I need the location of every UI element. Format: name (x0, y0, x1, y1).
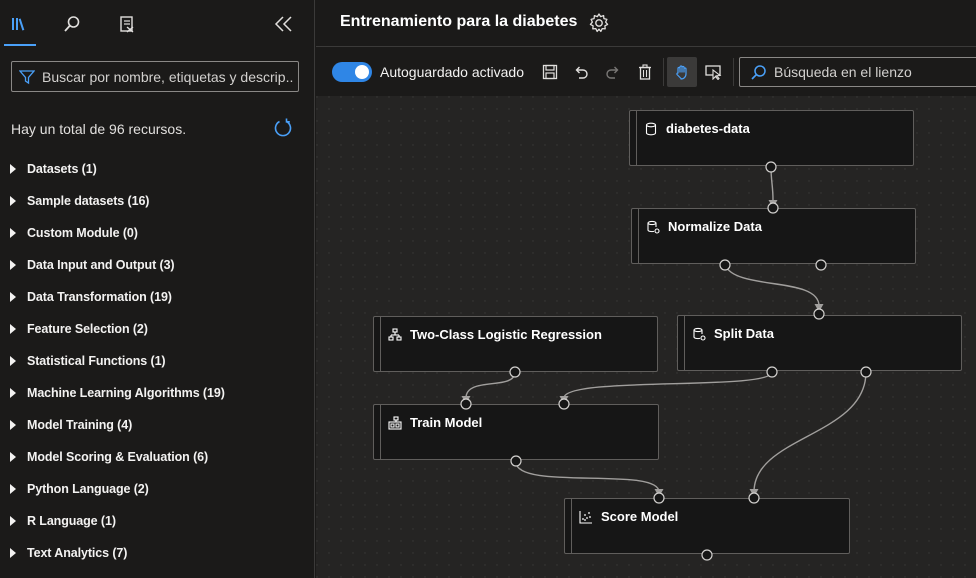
category-label: Data Input and Output (3) (27, 258, 175, 272)
input-port[interactable] (460, 398, 472, 410)
caret-right-icon (10, 196, 16, 206)
category-label: Data Transformation (19) (27, 290, 172, 304)
caret-right-icon (10, 452, 16, 462)
category-statistical-functions[interactable]: Statistical Functions (1) (0, 345, 315, 377)
node-ports (460, 161, 872, 561)
asset-library-panel: Buscar por nombre, etiquetas y descrip..… (0, 0, 315, 578)
category-label: Feature Selection (2) (27, 322, 148, 336)
input-port[interactable] (653, 492, 665, 504)
category-data-input-output[interactable]: Data Input and Output (3) (0, 249, 315, 281)
caret-right-icon (10, 292, 16, 302)
search-placeholder: Buscar por nombre, etiquetas y descrip..… (42, 68, 294, 85)
caret-right-icon (10, 484, 16, 494)
gear-icon[interactable] (588, 12, 610, 34)
save-button[interactable] (536, 58, 564, 86)
select-tool-button[interactable] (700, 58, 728, 86)
autosave-toggle[interactable] (332, 62, 372, 82)
module-category-tree: Datasets (1) Sample datasets (16) Custom… (0, 153, 315, 569)
search-icon (751, 65, 766, 80)
category-text-analytics[interactable]: Text Analytics (7) (0, 537, 315, 569)
filter-icon (19, 69, 35, 84)
category-r-language[interactable]: R Language (1) (0, 505, 315, 537)
category-python-language[interactable]: Python Language (2) (0, 473, 315, 505)
asset-search-input[interactable]: Buscar por nombre, etiquetas y descrip..… (11, 61, 299, 92)
input-port[interactable] (767, 202, 779, 214)
refresh-icon[interactable] (273, 118, 293, 138)
caret-right-icon (10, 324, 16, 334)
category-sample-datasets[interactable]: Sample datasets (16) (0, 185, 315, 217)
tab-asset-library[interactable] (0, 0, 40, 47)
output-port[interactable] (701, 549, 713, 561)
delete-button[interactable] (631, 58, 659, 86)
category-label: R Language (1) (27, 514, 116, 528)
trash-icon (639, 64, 651, 80)
caret-right-icon (10, 420, 16, 430)
category-label: Model Scoring & Evaluation (6) (27, 450, 209, 464)
total-resources-text: Hay un total de 96 recursos. (11, 121, 187, 137)
output-port[interactable] (815, 259, 827, 271)
category-data-transformation[interactable]: Data Transformation (19) (0, 281, 315, 313)
category-feature-selection[interactable]: Feature Selection (2) (0, 313, 315, 345)
caret-right-icon (10, 228, 16, 238)
panel-tab-bar (0, 0, 315, 47)
double-chevron-left-icon (274, 16, 292, 32)
library-icon (12, 17, 25, 31)
page-title: Entrenamiento para la diabetes (340, 13, 578, 30)
pipeline-header: Entrenamiento para la diabetes (316, 0, 976, 47)
input-port[interactable] (558, 398, 570, 410)
category-datasets[interactable]: Datasets (1) (0, 153, 315, 185)
output-port[interactable] (860, 366, 872, 378)
caret-right-icon (10, 356, 16, 366)
caret-right-icon (10, 260, 16, 270)
caret-right-icon (10, 164, 16, 174)
redo-button[interactable] (599, 58, 627, 86)
caret-right-icon (10, 388, 16, 398)
output-port[interactable] (509, 366, 521, 378)
canvas-search-placeholder: Búsqueda en el lienzo (774, 64, 912, 80)
toolbar-divider (663, 58, 664, 86)
category-label: Custom Module (0) (27, 226, 138, 240)
pan-tool-button[interactable] (667, 57, 697, 87)
category-label: Machine Learning Algorithms (19) (27, 386, 225, 400)
search-icon (64, 15, 80, 32)
redo-icon (606, 66, 619, 79)
category-custom-module[interactable]: Custom Module (0) (0, 217, 315, 249)
output-port[interactable] (766, 366, 778, 378)
undo-icon (575, 66, 588, 79)
category-label: Python Language (2) (27, 482, 149, 496)
category-label: Model Training (4) (27, 418, 133, 432)
input-port[interactable] (813, 308, 825, 320)
collapse-panel-button[interactable] (268, 10, 300, 38)
output-port[interactable] (510, 455, 522, 467)
output-port[interactable] (765, 161, 777, 173)
clipboard-icon (120, 15, 134, 33)
autosave-label: Autoguardado activado (380, 64, 524, 80)
canvas-search-input[interactable]: Búsqueda en el lienzo (739, 57, 976, 87)
canvas-toolbar: Autoguardado activado Búsqueda en el lie… (316, 48, 976, 96)
toolbar-divider (733, 58, 734, 86)
pipeline-canvas[interactable]: diabetes-data Normalize Data Two-Class L… (316, 96, 976, 578)
category-model-training[interactable]: Model Training (4) (0, 409, 315, 441)
category-model-scoring[interactable]: Model Scoring & Evaluation (6) (0, 441, 315, 473)
category-label: Sample datasets (16) (27, 194, 150, 208)
caret-right-icon (10, 516, 16, 526)
save-icon (542, 64, 558, 80)
undo-button[interactable] (567, 58, 595, 86)
category-ml-algorithms[interactable]: Machine Learning Algorithms (19) (0, 377, 315, 409)
category-label: Datasets (1) (27, 162, 97, 176)
category-label: Text Analytics (7) (27, 546, 128, 560)
pointer-screen-icon (705, 65, 722, 80)
toggle-knob (355, 65, 369, 79)
caret-right-icon (10, 548, 16, 558)
output-port[interactable] (719, 259, 731, 271)
category-label: Statistical Functions (1) (27, 354, 166, 368)
input-port[interactable] (748, 492, 760, 504)
hand-icon (676, 65, 687, 80)
tab-search[interactable] (52, 0, 92, 47)
tab-module-list[interactable] (107, 0, 147, 47)
